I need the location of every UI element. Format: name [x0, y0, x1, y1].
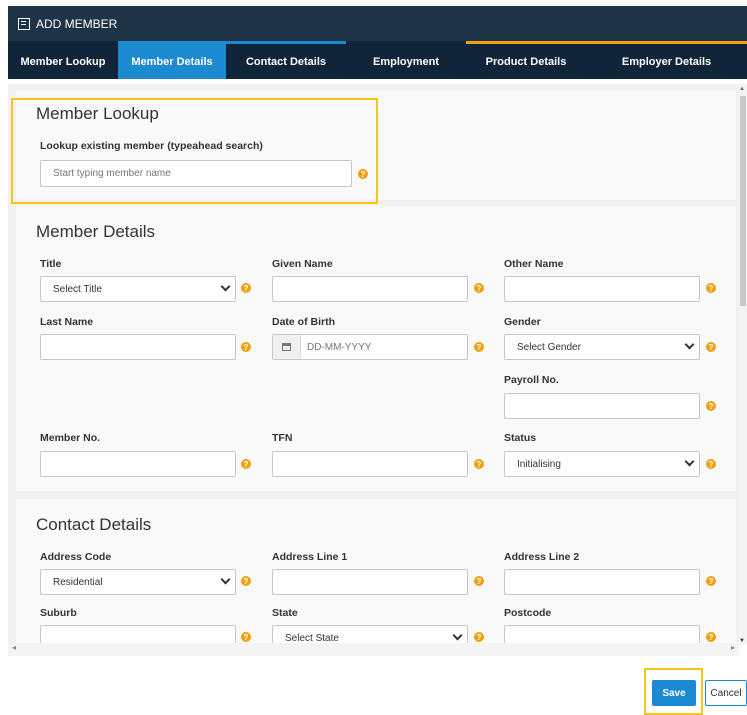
- tab-employment[interactable]: Employment: [346, 41, 466, 79]
- address-line2-input[interactable]: [504, 569, 700, 595]
- payroll-label: Payroll No.: [504, 374, 559, 386]
- save-button[interactable]: Save: [652, 680, 696, 706]
- help-icon[interactable]: ?: [706, 459, 716, 469]
- address-code-value: Residential: [53, 576, 103, 588]
- status-label: Status: [504, 432, 537, 444]
- tab-employer-details[interactable]: Employer Details: [586, 41, 747, 79]
- tab-bar: Member Lookup Member Details Contact Det…: [8, 41, 747, 79]
- chevron-down-icon: [452, 630, 463, 641]
- help-icon[interactable]: ?: [474, 632, 484, 642]
- help-icon[interactable]: ?: [706, 632, 716, 642]
- address-code-select[interactable]: Residential: [40, 569, 236, 595]
- chevron-down-icon: [220, 281, 231, 292]
- scroll-thumb[interactable]: [740, 96, 746, 306]
- tab-member-lookup[interactable]: Member Lookup: [8, 41, 118, 79]
- tab-member-details[interactable]: Member Details: [118, 41, 226, 79]
- tfn-label: TFN: [272, 432, 293, 444]
- member-no-input[interactable]: [40, 451, 236, 477]
- address-line1-label: Address Line 1: [272, 551, 348, 563]
- help-icon[interactable]: ?: [706, 342, 716, 352]
- tab-contact-details[interactable]: Contact Details: [226, 41, 346, 79]
- help-icon[interactable]: ?: [474, 576, 484, 586]
- status-select[interactable]: Initialising: [504, 451, 700, 477]
- help-icon[interactable]: ?: [474, 342, 484, 352]
- form-icon: [18, 17, 30, 30]
- member-details-heading: Member Details: [36, 222, 156, 241]
- address-line1-input[interactable]: [272, 569, 468, 595]
- window-title: ADD MEMBER: [36, 16, 118, 31]
- help-icon[interactable]: ?: [241, 632, 251, 642]
- help-icon[interactable]: ?: [241, 283, 251, 293]
- tfn-input[interactable]: [272, 451, 468, 477]
- lookup-highlight-frame: [11, 98, 378, 204]
- horizontal-scrollbar[interactable]: ◂ ▸: [8, 643, 739, 656]
- help-icon[interactable]: ?: [474, 283, 484, 293]
- last-name-label: Last Name: [40, 316, 94, 328]
- help-icon[interactable]: ?: [474, 459, 484, 469]
- contact-details-heading: Contact Details: [36, 515, 152, 534]
- contact-details-panel: Contact Details Address Code Residential…: [16, 499, 736, 656]
- address-code-label: Address Code: [40, 551, 112, 563]
- scroll-up-icon[interactable]: ▲: [739, 86, 745, 92]
- gender-label: Gender: [504, 316, 541, 328]
- help-icon[interactable]: ?: [241, 576, 251, 586]
- help-icon[interactable]: ?: [241, 459, 251, 469]
- scroll-left-icon[interactable]: ◂: [12, 643, 16, 652]
- footer-bar: [0, 656, 747, 715]
- tab-product-details[interactable]: Product Details: [466, 41, 586, 79]
- chevron-down-icon: [684, 339, 695, 350]
- suburb-label: Suburb: [40, 607, 77, 619]
- member-no-label: Member No.: [40, 432, 101, 444]
- window-titlebar: ADD MEMBER: [8, 6, 747, 41]
- help-icon[interactable]: ?: [706, 401, 716, 411]
- vertical-scrollbar[interactable]: ▲ ▼: [739, 84, 747, 644]
- state-label: State: [272, 607, 298, 619]
- help-icon[interactable]: ?: [241, 342, 251, 352]
- given-name-label: Given Name: [272, 258, 333, 270]
- calendar-icon[interactable]: [273, 335, 301, 359]
- gender-value: Select Gender: [517, 341, 581, 353]
- dob-label: Date of Birth: [272, 316, 335, 328]
- address-line2-label: Address Line 2: [504, 551, 580, 563]
- given-name-input[interactable]: [272, 276, 468, 302]
- chevron-down-icon: [684, 456, 695, 467]
- status-value: Initialising: [517, 458, 561, 470]
- title-select[interactable]: Select Title: [40, 276, 236, 302]
- title-label: Title: [40, 258, 62, 270]
- dob-input[interactable]: DD-MM-YYYY: [272, 334, 468, 360]
- state-value: Select State: [285, 632, 339, 644]
- payroll-input[interactable]: [504, 393, 700, 419]
- other-name-label: Other Name: [504, 258, 564, 270]
- postcode-label: Postcode: [504, 607, 552, 619]
- help-icon[interactable]: ?: [706, 283, 716, 293]
- scroll-right-icon[interactable]: ▸: [731, 643, 735, 652]
- member-details-panel: Member Details Title Select Title ? Give…: [16, 206, 736, 491]
- last-name-input[interactable]: [40, 334, 236, 360]
- title-value: Select Title: [53, 283, 102, 295]
- scroll-down-icon[interactable]: ▼: [739, 638, 745, 644]
- chevron-down-icon: [220, 574, 231, 585]
- dob-placeholder: DD-MM-YYYY: [307, 341, 372, 353]
- other-name-input[interactable]: [504, 276, 700, 302]
- help-icon[interactable]: ?: [706, 576, 716, 586]
- gender-select[interactable]: Select Gender: [504, 334, 700, 360]
- cancel-button[interactable]: Cancel: [705, 680, 747, 706]
